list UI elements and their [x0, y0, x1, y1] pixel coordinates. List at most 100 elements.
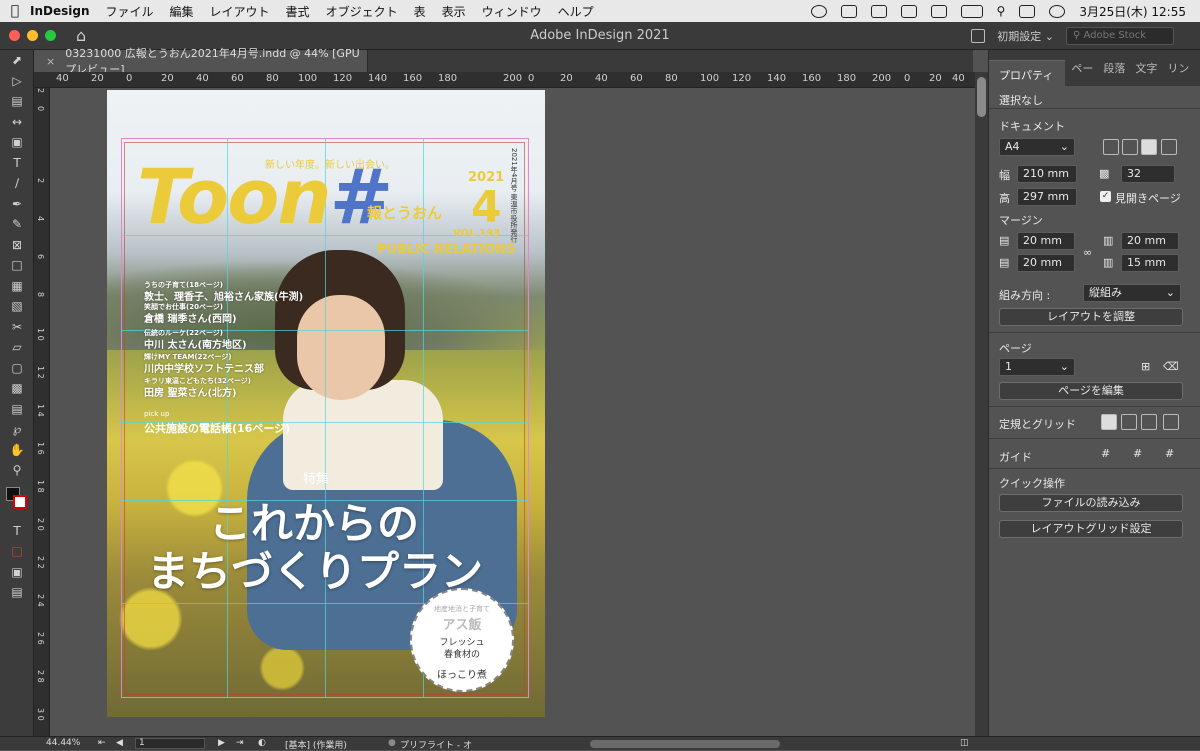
battery-icon[interactable] [960, 4, 983, 18]
menu-window[interactable]: ウィンドウ [482, 3, 542, 20]
siri-icon[interactable] [1049, 4, 1066, 18]
height-field[interactable]: 297 mm [1017, 188, 1077, 206]
free-transform-tool-icon[interactable]: ▱ [0, 337, 34, 358]
menu-file[interactable]: ファイル [106, 3, 154, 20]
sync-icon[interactable] [840, 4, 857, 18]
tab-character[interactable]: 文字 [1129, 60, 1161, 86]
lock-guide-icon[interactable]: # [1165, 447, 1174, 460]
view-mode-icon[interactable]: ▤ [0, 582, 34, 603]
zoom-level[interactable]: 44.44% [46, 738, 80, 748]
horizontal-ruler[interactable]: 40 20 0 20 40 60 80 100 120 140 160 180 … [34, 72, 975, 88]
margin-inside-field[interactable]: 20 mm [1121, 232, 1179, 250]
toc-main[interactable]: 田房 聖菜さん(北方) [144, 384, 237, 399]
document-grid-icon[interactable] [1141, 414, 1157, 430]
width-field[interactable]: 210 mm [1017, 165, 1077, 183]
gap-tool-icon[interactable]: ↔ [0, 112, 34, 133]
control-center-icon[interactable] [1019, 4, 1036, 18]
pen-tool-icon[interactable]: ✒ [0, 194, 34, 215]
cover-public-relations[interactable]: PUBLIC RELATIONS [377, 242, 515, 257]
master-page-label[interactable]: [基本] (作業用) [285, 738, 347, 751]
page-size-select[interactable]: A4 ⌄ [999, 138, 1075, 156]
cover-logo[interactable]: Toon# [137, 152, 393, 241]
cover-month[interactable]: 4 [471, 182, 502, 233]
menu-table[interactable]: 表 [414, 3, 426, 20]
fill-stroke-swatch[interactable] [0, 481, 34, 521]
previous-page-icon[interactable]: ◀ [116, 738, 123, 748]
link-margins-icon[interactable]: ∞ [1083, 246, 1092, 259]
toc-main[interactable]: 倉橋 瑞季さん(西岡) [144, 310, 237, 325]
preflight-status-icon[interactable]: ● [388, 738, 396, 748]
ruler-icon[interactable] [1101, 414, 1117, 430]
grid-tool-icon[interactable]: ▧ [0, 296, 34, 317]
workspace-switcher[interactable]: 初期設定 ⌄ [997, 28, 1054, 44]
smart-guide-icon[interactable]: # [1133, 447, 1142, 460]
margin-top-field[interactable]: 20 mm [1017, 232, 1075, 250]
add-page-icon[interactable]: ⊞ [1141, 360, 1150, 373]
scissors-tool-icon[interactable]: ✂ [0, 317, 34, 338]
tab-pages[interactable]: ペー [1065, 60, 1097, 86]
edit-page-button[interactable]: ページを編集 [999, 382, 1183, 400]
keyboard-icon[interactable] [870, 4, 887, 18]
page-select[interactable]: 1 ⌄ [999, 358, 1075, 376]
app-menu[interactable]: InDesign [30, 4, 90, 18]
tab-paragraph[interactable]: 段落 [1097, 60, 1129, 86]
first-page-icon[interactable]: ⇤ [98, 738, 106, 748]
cover-volume[interactable]: VOL.193 [453, 228, 500, 239]
share-icon[interactable] [971, 28, 986, 43]
menu-view[interactable]: 表示 [442, 3, 466, 20]
panel-toggle-icon[interactable]: ◫ [960, 738, 969, 748]
facing-pages-checkbox[interactable]: ✓ [1100, 191, 1111, 202]
toc-main[interactable]: 中川 太さん(南方地区) [144, 336, 247, 351]
eyedropper-tool-icon[interactable]: ℘ [0, 419, 34, 440]
layout-grid-icon[interactable] [1163, 414, 1179, 430]
pickup-label[interactable]: pick up [144, 410, 169, 418]
close-tab-icon[interactable]: × [46, 55, 55, 68]
menu-help[interactable]: ヘルプ [558, 3, 594, 20]
horizontal-scrollbar[interactable] [590, 740, 780, 748]
zoom-window-button[interactable] [45, 30, 56, 41]
direction-select[interactable]: 縦組み ⌄ [1083, 284, 1181, 302]
zoom-tool-icon[interactable]: ⚲ [0, 460, 34, 481]
guide-icon[interactable]: # [1101, 447, 1110, 460]
home-icon[interactable]: ⌂ [76, 26, 86, 45]
input-method-icon[interactable] [900, 4, 917, 18]
vertical-ruler[interactable]: 2 0 2 4 6 8 1 0 1 2 1 4 1 6 1 8 2 0 2 2 … [34, 88, 50, 736]
landscape-icon[interactable] [1141, 139, 1157, 155]
document-tab[interactable]: × 03231000 広報とうおん2021年4月号.indd @ 44% [GP… [34, 47, 368, 76]
baseline-grid-icon[interactable] [1121, 414, 1137, 430]
margin-bottom-field[interactable]: 20 mm [1017, 254, 1075, 272]
preset-icon[interactable] [1103, 139, 1119, 155]
menu-edit[interactable]: 編集 [170, 3, 194, 20]
vertical-scrollbar[interactable] [975, 72, 988, 736]
pencil-tool-icon[interactable]: ✎ [0, 214, 34, 235]
last-page-icon[interactable]: ⇥ [236, 738, 244, 748]
import-file-button[interactable]: ファイルの読み込み [999, 494, 1183, 512]
table-tool-icon[interactable]: ▦ [0, 276, 34, 297]
formatting-affects-icon[interactable]: T [0, 521, 34, 542]
margin-outside-field[interactable]: 15 mm [1121, 254, 1179, 272]
rectangle-frame-tool-icon[interactable]: ⊠ [0, 235, 34, 256]
screen-mode-icon[interactable]: ▣ [0, 562, 34, 583]
creative-cloud-icon[interactable] [810, 4, 827, 18]
menu-object[interactable]: オブジェクト [326, 3, 398, 20]
menubar-clock[interactable]: 3月25日(木) 12:55 [1079, 3, 1186, 20]
portrait-icon[interactable] [1122, 139, 1138, 155]
apply-none-icon[interactable]: □ [0, 541, 34, 562]
tab-links[interactable]: リン [1161, 60, 1193, 86]
tab-properties[interactable]: プロパティ [989, 60, 1066, 86]
pages-count-field[interactable]: 32 [1121, 165, 1175, 183]
adjust-layout-button[interactable]: レイアウトを調整 [999, 308, 1183, 326]
toc-main[interactable]: 川内中学校ソフトテニス部 [144, 360, 264, 375]
next-page-icon[interactable]: ▶ [218, 738, 225, 748]
direct-selection-tool-icon[interactable]: ▷ [0, 71, 34, 92]
apple-icon[interactable]:  [0, 3, 30, 19]
recipe-badge[interactable]: 地産地消と子育て アス飯 フレッシュ 春食材の ほっこり煮 [410, 588, 514, 692]
pickup-title[interactable]: 公共施設の電話帳(16ページ) [144, 420, 290, 436]
scroll-thumb[interactable] [977, 77, 986, 117]
adobe-stock-search[interactable]: ⚲ Adobe Stock [1066, 26, 1174, 45]
gradient-feather-tool-icon[interactable]: ▩ [0, 378, 34, 399]
selection-tool-icon[interactable]: ⬈ [0, 50, 34, 71]
cover-subtitle[interactable]: 報とうおん [367, 202, 442, 223]
page-status-icon[interactable]: ◐ [258, 738, 266, 748]
rectangle-tool-icon[interactable]: □ [0, 255, 34, 276]
